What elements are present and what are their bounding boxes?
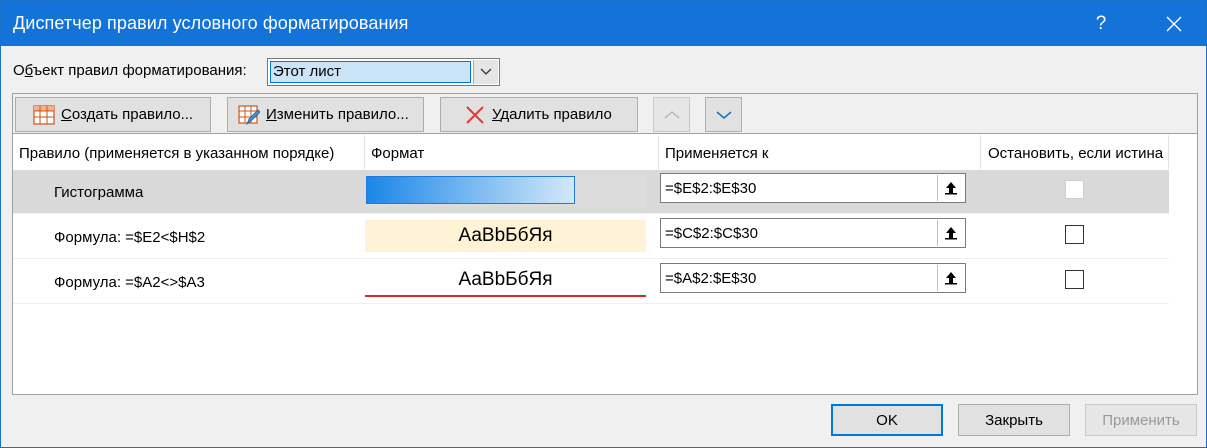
format-preview: АаBbБбЯя (365, 220, 646, 252)
collapse-dialog-icon (945, 182, 957, 195)
close-icon (1166, 16, 1182, 31)
applies-to-field[interactable]: =$C$2:$C$30 (660, 218, 966, 248)
close-window-button[interactable] (1148, 1, 1200, 46)
edit-rule-button[interactable]: Изменить правило... (227, 97, 424, 132)
move-down-button[interactable] (705, 97, 742, 132)
text-style-preview: АаBbБбЯя (365, 220, 646, 252)
column-header-stop-if-true[interactable]: Остановить, если истина (981, 135, 1169, 169)
collapse-dialog-icon (945, 272, 957, 285)
applies-to-field[interactable]: =$E$2:$E$30 (660, 173, 966, 203)
table-row[interactable]: Формула: =$E2<$H$2 АаBbБбЯя =$C$2:$C$30 (13, 215, 1169, 259)
title-bar: Диспетчер правил условного форматировани… (1, 1, 1206, 46)
close-button[interactable]: Закрыть (958, 404, 1070, 436)
new-rule-icon (33, 104, 55, 126)
scope-selected-value: Этот лист (270, 61, 471, 83)
rules-toolbar: Создать правило... Изменить правило... У… (13, 94, 1197, 134)
databar-preview (365, 175, 646, 207)
stop-if-true-checkbox[interactable] (1065, 180, 1084, 199)
apply-button[interactable]: Применить (1085, 404, 1197, 436)
help-button[interactable]: ? (1078, 1, 1124, 46)
rule-name: Гистограмма (54, 184, 144, 201)
applies-to-field[interactable]: =$A$2:$E$30 (660, 263, 966, 293)
delete-rule-button[interactable]: Удалить правило (440, 97, 638, 132)
stop-if-true-checkbox[interactable] (1065, 225, 1084, 244)
edit-rule-icon (238, 104, 260, 126)
range-select-button[interactable] (937, 175, 964, 201)
ok-button[interactable]: OK (831, 404, 943, 436)
chevron-down-icon (480, 68, 492, 75)
rule-name: Формула: =$E2<$H$2 (54, 229, 206, 246)
move-up-button[interactable] (653, 97, 690, 132)
stop-if-true-checkbox[interactable] (1065, 270, 1084, 289)
create-rule-button[interactable]: Создать правило... (15, 97, 211, 132)
applies-to-value: =$C$2:$C$30 (665, 225, 758, 242)
range-select-button[interactable] (937, 220, 964, 246)
scope-label: Объект правил форматирования: (13, 62, 247, 79)
applies-to-value: =$A$2:$E$30 (665, 270, 757, 287)
dialog-title: Диспетчер правил условного форматировани… (13, 13, 409, 33)
dropdown-arrow-button[interactable] (473, 60, 498, 84)
column-header-format[interactable]: Формат (365, 135, 659, 169)
rule-name: Формула: =$A2<>$A3 (54, 274, 205, 291)
column-header-applies-to[interactable]: Применяется к (659, 135, 981, 169)
collapse-dialog-icon (945, 227, 957, 240)
table-row[interactable]: Формула: =$A2<>$A3 АаBbБбЯя =$A$2:$E$30 (13, 260, 1169, 304)
chevron-down-icon (715, 110, 732, 119)
delete-x-icon (464, 104, 486, 126)
text-style-preview: АаBbБбЯя (365, 265, 646, 297)
format-preview: АаBbБбЯя (365, 265, 646, 297)
range-select-button[interactable] (937, 265, 964, 291)
scope-dropdown[interactable]: Этот лист (267, 58, 500, 86)
rules-panel: Создать правило... Изменить правило... У… (12, 93, 1198, 395)
table-row[interactable]: Гистограмма =$E$2:$E$30 (13, 170, 1169, 214)
applies-to-value: =$E$2:$E$30 (665, 180, 757, 197)
table-header: Правило (применяется в указанном порядке… (13, 135, 1197, 169)
conditional-formatting-dialog: Диспетчер правил условного форматировани… (0, 0, 1207, 448)
chevron-up-icon (664, 110, 679, 119)
databar-fill (366, 176, 575, 204)
column-header-rule[interactable]: Правило (применяется в указанном порядке… (13, 135, 365, 169)
format-preview (365, 175, 646, 207)
